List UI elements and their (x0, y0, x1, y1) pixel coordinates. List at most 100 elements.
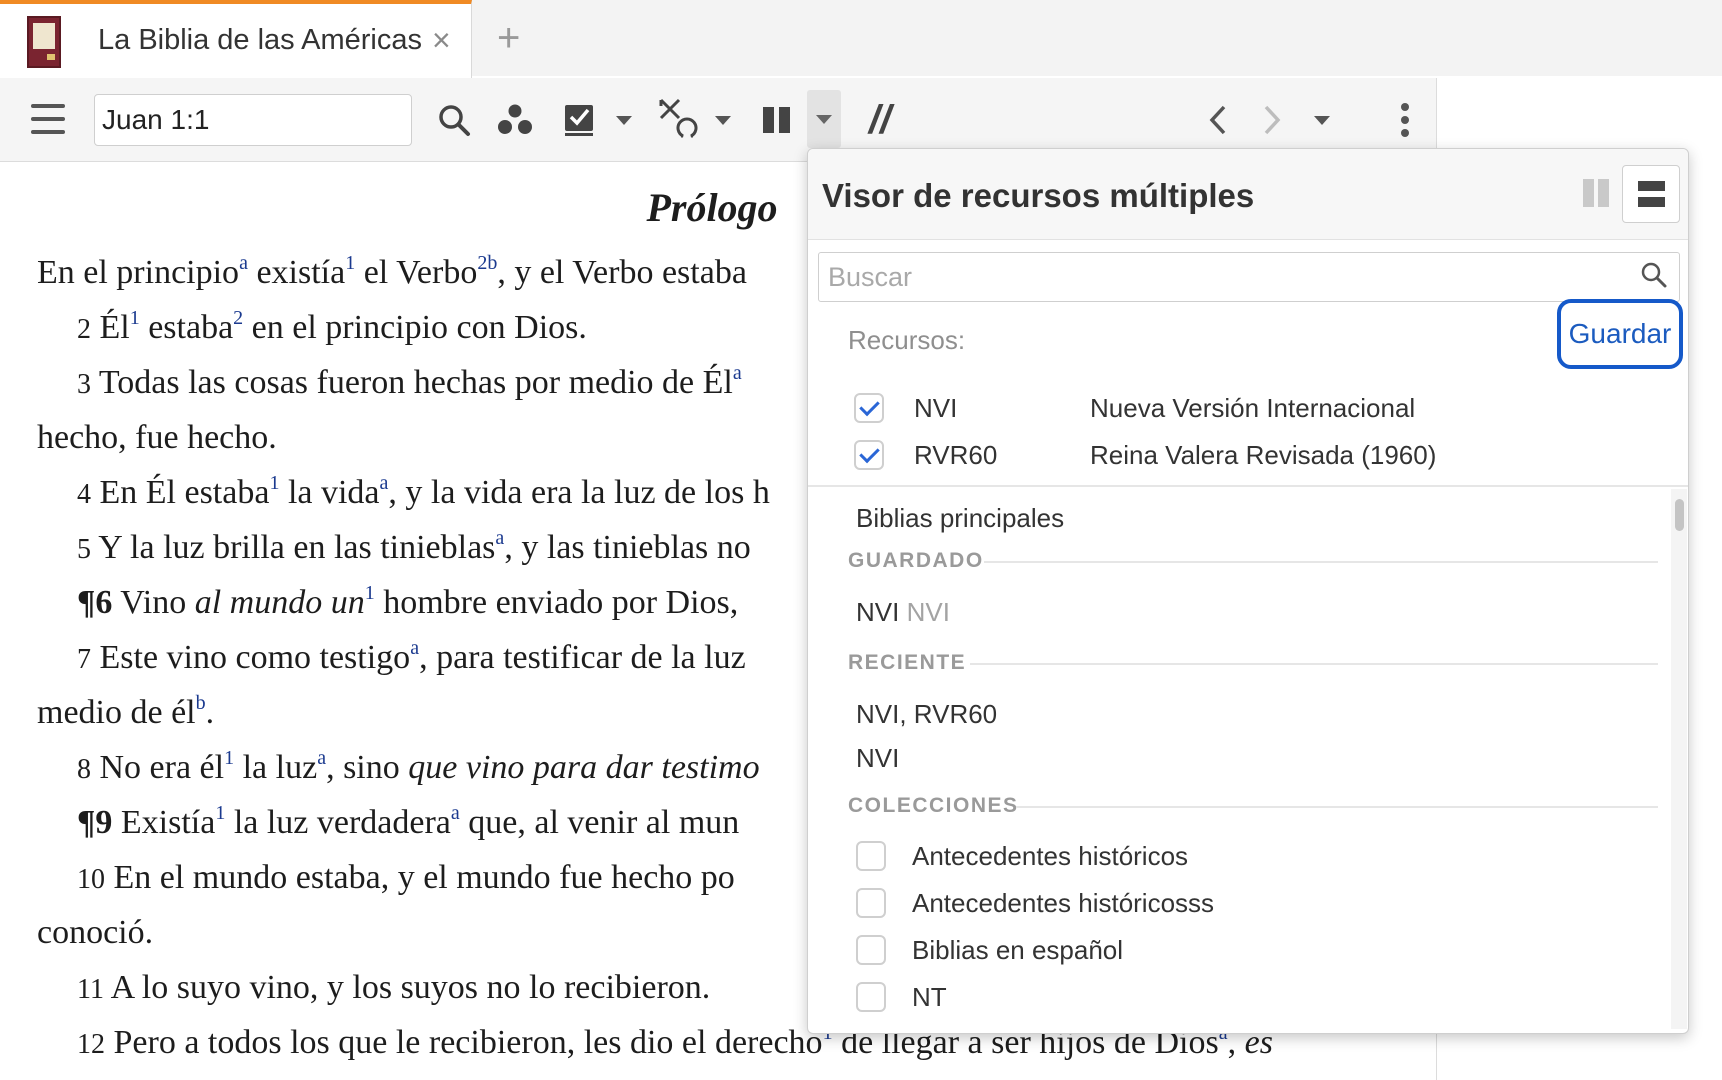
chevron-down-icon[interactable] (713, 110, 733, 130)
panel-header: Visor de recursos múltiples (808, 149, 1688, 240)
save-button[interactable]: Guardar (1557, 299, 1683, 369)
verse-text: En Él estaba (91, 474, 270, 511)
verse-text: que, al venir al mun (459, 804, 740, 841)
panel-title: Visor de recursos múltiples (822, 177, 1255, 214)
verse-text: el Verbo (355, 254, 478, 291)
verse-number: ¶9 (77, 804, 113, 841)
resource-checkbox[interactable] (854, 440, 884, 470)
resource-row[interactable]: NVI Nueva Versión Internacional (854, 389, 1654, 429)
section-rule (984, 561, 1658, 563)
verse-number: 12 (77, 1029, 105, 1060)
collection-label: NT (912, 982, 947, 1012)
resource-checkbox[interactable] (854, 393, 884, 423)
search-icon[interactable] (1640, 261, 1670, 291)
back-icon[interactable] (1198, 98, 1238, 142)
book-cover-icon (27, 16, 61, 68)
footnote-marker[interactable]: a (410, 637, 419, 659)
collection-checkbox[interactable] (856, 982, 886, 1012)
tab-title: La Biblia de las Américas (98, 24, 422, 56)
section-header-saved: GUARDADO (848, 549, 984, 572)
footnote-marker[interactable]: a (495, 527, 504, 549)
footnote-marker[interactable]: 1 (224, 747, 234, 769)
parallel-columns-icon[interactable] (757, 98, 797, 142)
resource-abbr: NVI (914, 393, 958, 423)
layout-dropdown-button[interactable] (807, 90, 841, 148)
saved-item-name: NVI (856, 597, 900, 627)
collection-checkbox[interactable] (856, 841, 886, 871)
footnote-marker[interactable]: 1 (345, 252, 355, 274)
resource-row[interactable]: RVR60 Reina Valera Revisada (1960) (854, 436, 1654, 476)
footnote-marker[interactable]: 1 (269, 472, 279, 494)
resource-sets-list: Biblias principales GUARDADO NVI NVI REC… (808, 489, 1688, 1029)
resource-search-input[interactable] (818, 252, 1680, 302)
verse-number: 11 (77, 974, 104, 1005)
collection-row[interactable]: NT (856, 978, 1556, 1018)
resources-label: Recursos: (848, 325, 966, 355)
resource-abbr: RVR60 (914, 440, 998, 470)
interlinear-icon[interactable] (656, 94, 702, 144)
list-scrollbar[interactable] (1671, 489, 1687, 1029)
footnote-marker[interactable]: 1 (130, 307, 140, 329)
close-icon[interactable]: × (432, 24, 451, 56)
recent-item[interactable]: NVI, RVR60 (856, 699, 997, 730)
add-tab-icon[interactable]: + (497, 18, 520, 58)
verse-text: , sino (326, 749, 409, 786)
menu-icon[interactable] (28, 104, 68, 134)
verse-text: al mundo (194, 584, 323, 621)
verse-number: 2 (77, 314, 91, 345)
verse-text: conoció. (37, 914, 154, 951)
verse-number: 7 (77, 644, 91, 675)
verse-text: hombre enviado por Dios, (374, 584, 739, 621)
saved-item[interactable]: NVI NVI (856, 597, 950, 628)
more-options-icon[interactable] (1390, 98, 1420, 142)
recent-item[interactable]: NVI (856, 743, 899, 774)
saved-item-detail: NVI (906, 597, 950, 627)
people-icon[interactable] (492, 98, 538, 142)
verse-number: 3 (77, 369, 91, 400)
verse-text: que vino (408, 749, 525, 786)
footnote-marker[interactable]: a (451, 802, 460, 824)
verse-number: 8 (77, 754, 91, 785)
footnote-marker[interactable]: b (196, 692, 206, 714)
footnote-marker[interactable]: 2b (477, 252, 497, 274)
footnote-marker[interactable]: 1 (365, 582, 375, 604)
footnote-marker[interactable]: a (317, 747, 326, 769)
collection-row[interactable]: Antecedentes históricosss (856, 884, 1556, 924)
verse-text: Y la luz brilla en las tinieblas (91, 529, 496, 566)
collection-row[interactable]: Antecedentes históricos (856, 837, 1556, 877)
verse-text: la luz (234, 749, 318, 786)
columns-layout-icon[interactable] (1583, 179, 1613, 209)
verse-text: Él (91, 309, 130, 346)
scrollbar-thumb[interactable] (1675, 499, 1684, 531)
verse-text: medio de él (37, 694, 196, 731)
rows-layout-icon[interactable] (1622, 165, 1680, 223)
search-icon[interactable] (432, 98, 476, 142)
verse-text: , y el Verbo estaba (497, 254, 747, 291)
footnote-marker[interactable]: a (733, 362, 742, 384)
collection-label: Antecedentes históricos (912, 841, 1189, 871)
footnote-marker[interactable]: 2 (233, 307, 243, 329)
verse-text: No era él (91, 749, 225, 786)
chevron-down-icon[interactable] (614, 110, 634, 130)
resource-name: Reina Valera Revisada (1960) (1090, 440, 1437, 470)
reference-input[interactable] (94, 94, 412, 146)
history-dropdown-icon[interactable] (1312, 110, 1332, 130)
resource-name: Nueva Versión Internacional (1090, 393, 1416, 423)
collection-checkbox[interactable] (856, 935, 886, 965)
forward-icon[interactable] (1252, 98, 1292, 142)
main-bibles-item[interactable]: Biblias principales (856, 503, 1064, 534)
footnote-marker[interactable]: 1 (215, 802, 225, 824)
verse-text: A lo suyo vino, y los suyos no lo recibi… (103, 969, 711, 1006)
verse-text: hecho, fue hecho. (37, 419, 277, 456)
verse-text: en el principio con Dios. (243, 309, 587, 346)
section-header-recent: RECIENTE (848, 651, 967, 674)
verse-text: un (322, 584, 365, 621)
tab-la-biblia[interactable]: La Biblia de las Américas × (0, 0, 472, 78)
parallel-link-icon[interactable]: // (860, 98, 900, 142)
footnote-marker[interactable]: a (239, 252, 248, 274)
verse-text: Pero a todos los que le recibieron, les … (105, 1024, 823, 1061)
collection-row[interactable]: Biblias en español (856, 931, 1556, 971)
checklist-icon[interactable] (560, 96, 600, 142)
collection-checkbox[interactable] (856, 888, 886, 918)
section-header-collections: COLECCIONES (848, 794, 1019, 817)
